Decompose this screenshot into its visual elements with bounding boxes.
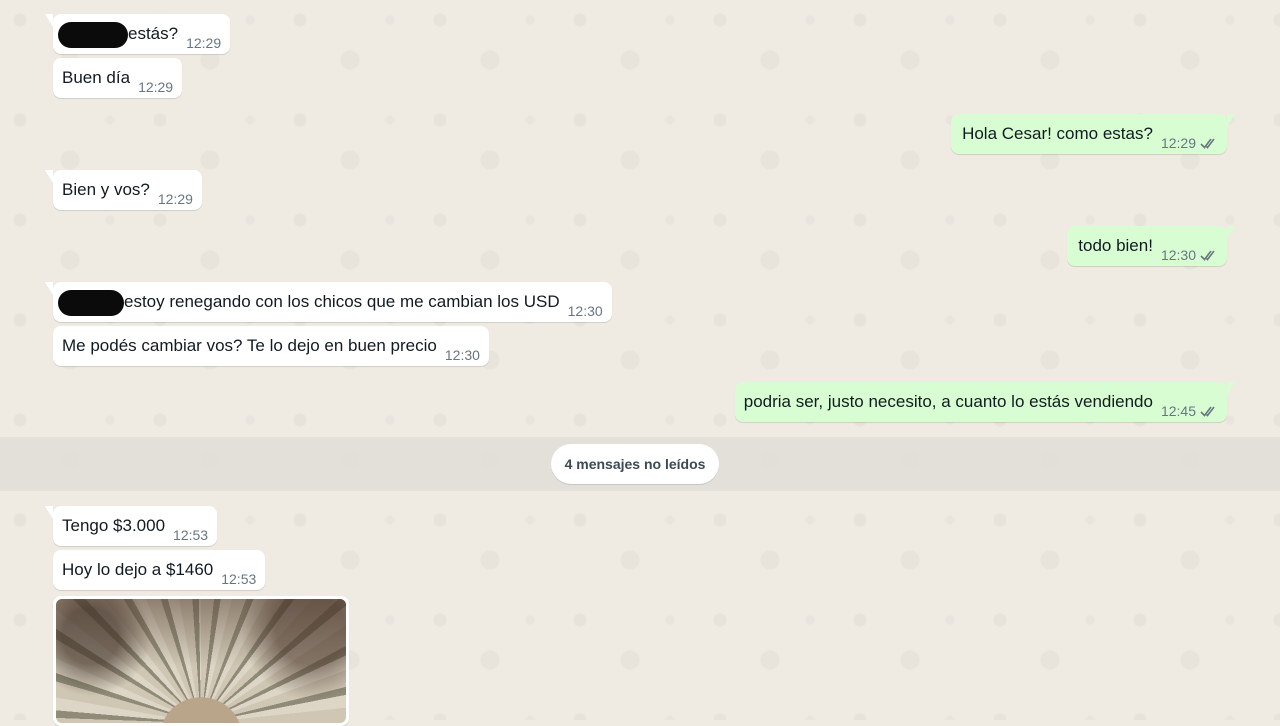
message-text: podria ser, justo necesito, a cuanto lo …	[743, 392, 1153, 411]
message-time: 12:53	[173, 527, 209, 543]
unread-label: 4 mensajes no leídos	[564, 456, 706, 472]
double-check-icon	[1200, 406, 1215, 417]
outgoing-message-m8[interactable]: podria ser, justo necesito, a cuanto lo …	[734, 382, 1236, 422]
message-text: estoy renegando con los chicos que me ca…	[124, 292, 560, 311]
double-check-icon	[1200, 138, 1215, 149]
incoming-message-m1[interactable]: estás? 12:29	[44, 14, 231, 54]
message-text: Hola Cesar! como estas?	[962, 124, 1153, 143]
incoming-message-m6[interactable]: estoy renegando con los chicos que me ca…	[45, 282, 612, 322]
incoming-message-m10[interactable]: Hoy lo dejo a $1460 12:53	[53, 550, 266, 590]
message-text: Tengo $3.000	[62, 516, 166, 535]
redaction-mark	[58, 22, 128, 48]
message-time: 12:30	[567, 303, 603, 319]
message-time: 12:29	[157, 191, 193, 207]
incoming-message-m7[interactable]: Me podés cambiar vos? Te lo dejo en buen…	[53, 326, 489, 366]
message-time: 12:29	[138, 79, 174, 95]
message-text: todo bien!	[1078, 236, 1153, 255]
message-time: 12:29	[186, 35, 222, 51]
message-time: 12:29	[1160, 135, 1196, 151]
outgoing-message-m3[interactable]: Hola Cesar! como estas? 12:29	[951, 114, 1235, 154]
message-text: Buen día	[62, 68, 131, 87]
message-time: 12:53	[221, 571, 257, 587]
message-text: Hoy lo dejo a $1460	[62, 560, 214, 579]
photo-attachment-icon[interactable]	[56, 599, 346, 723]
incoming-message-m4[interactable]: Bien y vos? 12:29	[45, 170, 202, 210]
redaction-mark	[58, 290, 124, 316]
message-text: Bien y vos?	[62, 180, 150, 199]
message-time: 12:45	[1160, 403, 1196, 419]
outgoing-message-m5[interactable]: todo bien! 12:30	[1067, 226, 1235, 266]
message-text: estás?	[128, 24, 179, 43]
message-time: 12:30	[444, 347, 480, 363]
double-check-icon	[1200, 250, 1215, 261]
incoming-message-m2[interactable]: Buen día 12:29	[53, 58, 183, 98]
message-text: Me podés cambiar vos? Te lo dejo en buen…	[62, 336, 437, 355]
incoming-message-m9[interactable]: Tengo $3.000 12:53	[44, 506, 218, 546]
unread-count-badge: 4 mensajes no leídos	[551, 444, 719, 484]
image-message[interactable]	[53, 596, 349, 726]
message-time: 12:30	[1160, 247, 1196, 263]
